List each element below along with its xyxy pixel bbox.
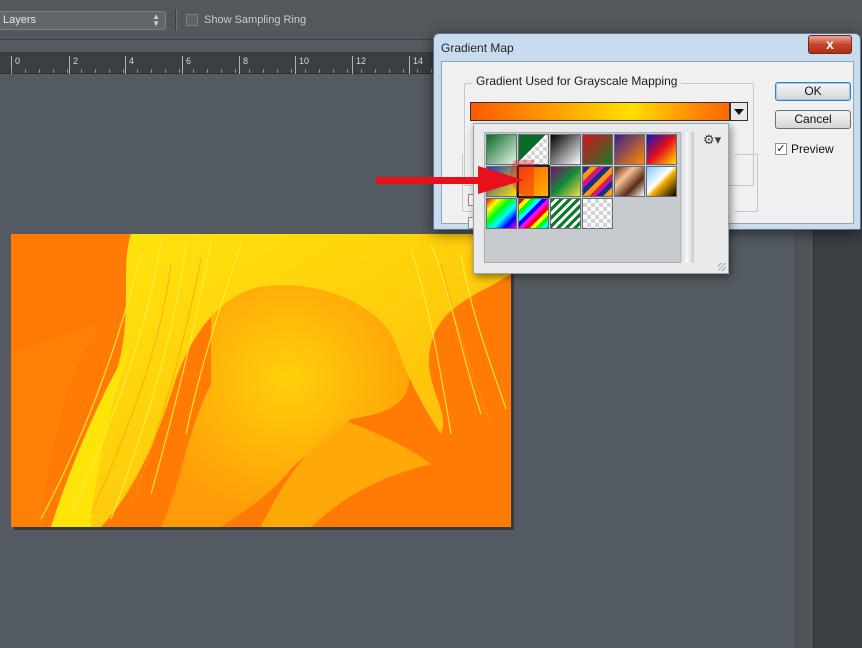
swatch-black-white[interactable]	[550, 134, 581, 165]
ruler-minor-tick	[375, 69, 376, 73]
ruler-minor-tick	[67, 69, 68, 73]
swatch-chrome[interactable]	[646, 166, 677, 197]
ruler-minor-tick	[95, 69, 96, 73]
preview-label: Preview	[791, 142, 834, 156]
ruler-minor-tick	[25, 69, 26, 73]
ruler-minor-tick	[221, 69, 222, 73]
sample-layers-select[interactable]: Layers ▲ ▼	[0, 11, 166, 30]
ruler-label: 10	[295, 56, 309, 74]
ruler-minor-tick	[249, 69, 250, 73]
ruler-minor-tick	[53, 69, 54, 73]
ruler-minor-tick	[165, 69, 166, 73]
ruler-minor-tick	[39, 69, 40, 73]
swatch-violet-green-orange[interactable]	[550, 166, 581, 197]
ruler-minor-tick	[193, 69, 194, 73]
ruler-minor-tick	[291, 69, 292, 73]
preview-checkbox[interactable]: ✓	[775, 143, 787, 155]
ruler-minor-tick	[431, 69, 432, 73]
swatch-red-green[interactable]	[582, 134, 613, 165]
ruler-label: 14	[409, 56, 423, 74]
ruler-label: 6	[182, 56, 191, 74]
ruler-minor-tick	[137, 69, 138, 73]
sampling-ring-checkbox[interactable]	[186, 14, 198, 26]
swatch-blue-red-yellow[interactable]	[646, 134, 677, 165]
ruler-label: 4	[125, 56, 134, 74]
ruler-minor-tick	[123, 69, 124, 73]
ruler-minor-tick	[417, 69, 418, 73]
updown-arrows-icon: ▲ ▼	[152, 12, 160, 28]
swatch-spectrum-stripes[interactable]	[582, 166, 613, 197]
ruler-minor-tick	[235, 69, 236, 73]
sample-layers-value: Layers	[3, 14, 37, 26]
ruler-minor-tick	[151, 69, 152, 73]
sampling-ring-label: Show Sampling Ring	[204, 14, 307, 26]
ruler-minor-tick	[109, 69, 110, 73]
ruler-label: 2	[69, 56, 78, 74]
gradient-dropdown-arrow-icon[interactable]	[730, 102, 748, 121]
gradient-group-title: Gradient Used for Grayscale Mapping	[472, 74, 682, 88]
ruler-minor-tick	[11, 69, 12, 73]
ruler-label: 0	[11, 56, 20, 74]
ruler-minor-tick	[207, 69, 208, 73]
ruler-label: 8	[239, 56, 248, 74]
ruler-minor-tick	[361, 69, 362, 73]
ruler-minor-tick	[319, 69, 320, 73]
swatch-violet-orange[interactable]	[614, 134, 645, 165]
ruler-minor-tick	[389, 69, 390, 73]
ruler-label: 12	[352, 56, 366, 74]
resize-grip-icon[interactable]	[718, 263, 726, 271]
ruler-minor-tick	[333, 69, 334, 73]
swatch-copper[interactable]	[614, 166, 645, 197]
ok-label: OK	[804, 84, 822, 98]
ruler-minor-tick	[305, 69, 306, 73]
swatch-transparent-stripes[interactable]	[550, 198, 581, 229]
horizontal-ruler: 0 2 4 6 8 10 12 14	[0, 52, 440, 74]
ruler-minor-tick	[81, 69, 82, 73]
options-group-box-right	[735, 154, 758, 212]
document-canvas[interactable]	[11, 234, 511, 527]
close-icon: x	[826, 36, 834, 52]
options-separator	[175, 9, 176, 31]
ruler-minor-tick	[277, 69, 278, 73]
ok-button[interactable]: OK	[775, 82, 851, 101]
picker-scrollbar[interactable]	[680, 132, 694, 263]
annotation-arrow	[376, 160, 534, 198]
cancel-button[interactable]: Cancel	[775, 110, 851, 129]
swatch-transparent[interactable]	[582, 198, 613, 229]
gear-icon[interactable]: ⚙▾	[703, 132, 721, 148]
close-button[interactable]: x	[808, 35, 852, 54]
dialog-title: Gradient Map	[441, 41, 514, 55]
ruler-minor-tick	[403, 69, 404, 73]
gradient-mapped-photo	[11, 234, 511, 527]
ruler-minor-tick	[179, 69, 180, 73]
ruler-minor-tick	[263, 69, 264, 73]
gradient-preview-bar[interactable]	[470, 102, 730, 121]
cancel-label: Cancel	[794, 112, 832, 126]
ruler-minor-tick	[347, 69, 348, 73]
